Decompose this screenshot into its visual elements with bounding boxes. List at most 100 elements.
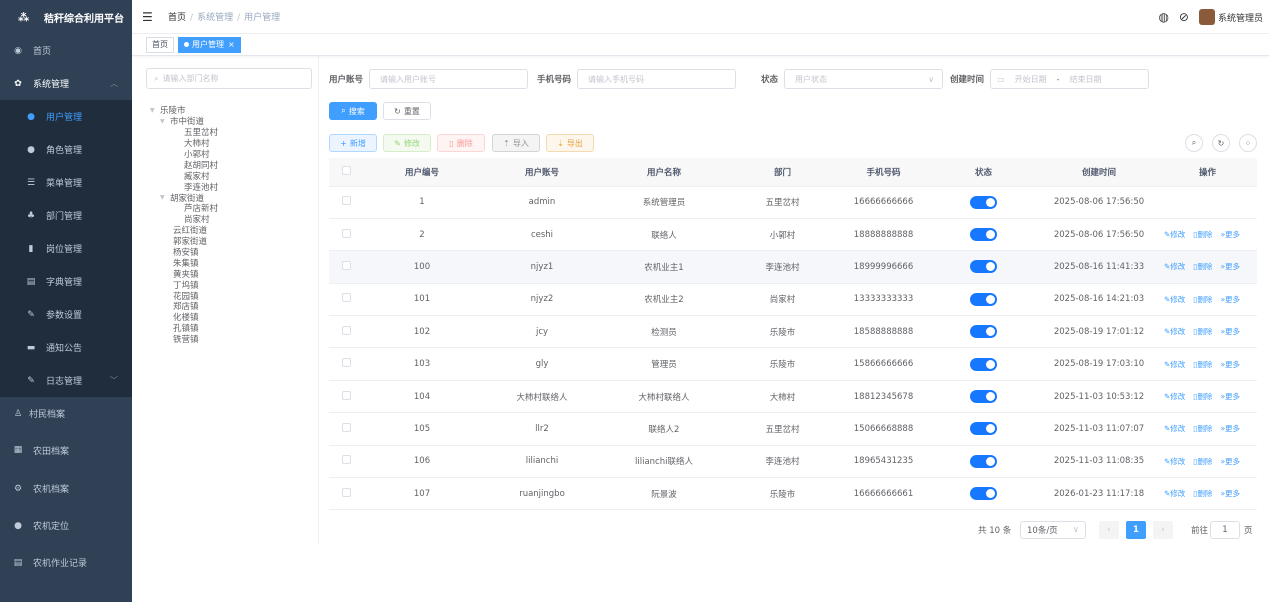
tree-node[interactable]: 臧家村 <box>146 170 312 182</box>
tree-node[interactable]: 郑店镇 <box>146 301 312 312</box>
tree-node[interactable]: 丁坞镇 <box>146 279 312 291</box>
close-icon[interactable]: × <box>228 40 235 49</box>
reset-button[interactable]: ↻ 重置 <box>383 102 431 120</box>
row-checkbox[interactable] <box>341 325 351 335</box>
row-more-link[interactable]: »更多 <box>1220 392 1244 401</box>
row-more-link[interactable]: »更多 <box>1220 457 1244 466</box>
tree-node[interactable]: 花园镇 <box>146 290 312 302</box>
sidebar-item-records[interactable]: ▤ 农机作业记录 <box>0 544 132 581</box>
hamburger-icon[interactable]: ☰ <box>142 10 154 24</box>
edit-button[interactable]: ✎ 修改 <box>383 134 431 152</box>
table-row[interactable]: 102 jcy 检测员 乐陵市 18588888888 2025-08-19 17:01:… <box>329 315 1257 349</box>
account-input[interactable]: 请输入用户账号 <box>369 69 529 89</box>
status-switch[interactable] <box>970 454 997 468</box>
row-checkbox[interactable] <box>341 422 351 432</box>
row-delete-link[interactable]: ▯删除 <box>1193 295 1216 304</box>
row-checkbox[interactable] <box>341 358 351 368</box>
panel-divider[interactable] <box>318 56 319 544</box>
next-page-button[interactable]: › <box>1153 521 1173 539</box>
page-size-select[interactable]: 10条/页 ∨ <box>1020 521 1086 539</box>
tag-users[interactable]: 用户管理 × <box>178 36 241 53</box>
table-row[interactable]: 104 大柿村联络人 大柿村联络人 大柿村 18812345678 2025-11-03 … <box>329 380 1257 414</box>
sidebar-item-notice[interactable]: ▬ 通知公告 <box>0 331 132 364</box>
page-button-current[interactable]: 1 <box>1126 521 1146 539</box>
row-edit-link[interactable]: ✎修改 <box>1164 295 1189 304</box>
status-select[interactable]: 用户状态 ∨ <box>784 69 944 89</box>
sidebar-item-logs[interactable]: ✎ 日志管理 ﹀ <box>0 364 132 397</box>
row-edit-link[interactable]: ✎修改 <box>1164 457 1189 466</box>
goto-page-input[interactable]: 1 <box>1210 521 1240 539</box>
row-checkbox[interactable] <box>341 196 351 206</box>
row-delete-link[interactable]: ▯删除 <box>1193 360 1216 369</box>
status-switch[interactable] <box>970 422 997 436</box>
sidebar-item-users[interactable]: ● 用户管理 <box>0 100 132 133</box>
row-delete-link[interactable]: ▯删除 <box>1193 457 1216 466</box>
toggle-search-icon[interactable]: ⌕ <box>1185 134 1203 152</box>
sidebar-item-system[interactable]: ✿ 系统管理 ︿ <box>0 67 132 100</box>
delete-button[interactable]: ▯ 删除 <box>437 134 485 152</box>
row-checkbox[interactable] <box>341 260 351 270</box>
tree-node[interactable]: 五里岔村 <box>146 127 312 138</box>
tag-home[interactable]: 首页 <box>146 36 174 53</box>
add-button[interactable]: + 新增 <box>329 134 377 152</box>
export-button[interactable]: ⇣ 导出 <box>546 134 594 152</box>
table-row[interactable]: 106 lilianchi lilianchi联络人 李连池村 18965431235 2… <box>329 445 1257 479</box>
columns-icon[interactable]: ⁘ <box>1239 134 1257 152</box>
row-more-link[interactable]: »更多 <box>1220 424 1244 433</box>
row-checkbox[interactable] <box>341 228 351 238</box>
status-switch[interactable] <box>970 260 997 274</box>
search-button[interactable]: ⌕ 搜索 <box>329 102 377 120</box>
tree-node[interactable]: 李连池村 <box>146 181 312 193</box>
table-row[interactable]: 105 llr2 联络人2 五里岔村 15066668888 2025-11-03 11:… <box>329 412 1257 446</box>
row-checkbox[interactable] <box>341 487 351 497</box>
date-range-picker[interactable]: ▭ 开始日期 - 结束日期 <box>990 69 1150 89</box>
tree-node[interactable]: 大柿村 <box>146 138 312 149</box>
status-switch[interactable] <box>970 390 997 404</box>
tree-node[interactable]: 芦店新村 <box>146 203 312 214</box>
sidebar-item-depts[interactable]: ♣ 部门管理 <box>0 199 132 232</box>
table-row[interactable]: 101 njyz2 农机业主2 尚家村 13333333333 2025-08-16 14… <box>329 283 1257 317</box>
fullscreen-icon[interactable]: ⊘ <box>1179 10 1189 24</box>
tree-node[interactable]: 小郭村 <box>146 149 312 160</box>
tree-node[interactable]: ▼ 乐陵市 <box>146 105 312 116</box>
sidebar-item-home[interactable]: ◉ 首页 <box>0 34 132 67</box>
table-row[interactable]: 103 gly 管理员 乐陵市 15866666666 2025-08-19 17:03:… <box>329 347 1257 381</box>
tree-node[interactable]: 孔镇镇 <box>146 323 312 334</box>
screen-icon[interactable]: ◍ <box>1158 10 1168 24</box>
sidebar-item-villagers[interactable]: ♙ 村民档案 <box>0 397 132 430</box>
status-switch[interactable] <box>970 228 997 242</box>
row-delete-link[interactable]: ▯删除 <box>1193 392 1216 401</box>
row-more-link[interactable]: »更多 <box>1220 327 1244 336</box>
sidebar-item-fields[interactable]: ▦ 农田档案 <box>0 430 132 470</box>
table-row[interactable]: 107 ruanjingbo 阮景波 乐陵市 16666666661 2026-01-23… <box>329 477 1257 511</box>
tree-node[interactable]: 云红街道 <box>146 225 312 236</box>
row-checkbox[interactable] <box>341 455 351 465</box>
tree-node[interactable]: 郭家街道 <box>146 236 312 247</box>
status-switch[interactable] <box>970 195 997 209</box>
tree-node[interactable]: 杨安镇 <box>146 247 312 258</box>
row-delete-link[interactable]: ▯删除 <box>1193 424 1216 433</box>
sidebar-item-dict[interactable]: ▤ 字典管理 <box>0 265 132 298</box>
table-row[interactable]: 1 admin 系统管理员 五里岔村 16666666666 2025-08-06 17:… <box>329 186 1257 219</box>
row-more-link[interactable]: »更多 <box>1220 262 1244 271</box>
sidebar-item-config[interactable]: ✎ 参数设置 <box>0 298 132 331</box>
sidebar-item-menus[interactable]: ☰ 菜单管理 <box>0 166 132 199</box>
row-delete-link[interactable]: ▯删除 <box>1193 230 1216 239</box>
row-edit-link[interactable]: ✎修改 <box>1164 392 1189 401</box>
tree-node[interactable]: 铁营镇 <box>146 334 312 345</box>
tree-node[interactable]: ▼ 市中街道 <box>146 116 312 127</box>
sidebar-item-machines[interactable]: ⚙ 农机档案 <box>0 470 132 507</box>
tree-node[interactable]: 赵胡同村 <box>146 159 312 171</box>
row-edit-link[interactable]: ✎修改 <box>1164 327 1189 336</box>
select-all-checkbox[interactable] <box>341 165 351 175</box>
status-switch[interactable] <box>970 325 997 339</box>
status-switch[interactable] <box>970 357 997 371</box>
tree-node[interactable]: 化楼镇 <box>146 312 312 323</box>
row-edit-link[interactable]: ✎修改 <box>1164 360 1189 369</box>
row-more-link[interactable]: »更多 <box>1220 489 1244 498</box>
row-more-link[interactable]: »更多 <box>1220 360 1244 369</box>
dept-search-input[interactable]: ⌕ 请输入部门名称 <box>146 68 312 89</box>
sidebar-item-posts[interactable]: ▮ 岗位管理 <box>0 232 132 265</box>
sidebar-item-roles[interactable]: ● 角色管理 <box>0 133 132 166</box>
row-delete-link[interactable]: ▯删除 <box>1193 327 1216 336</box>
